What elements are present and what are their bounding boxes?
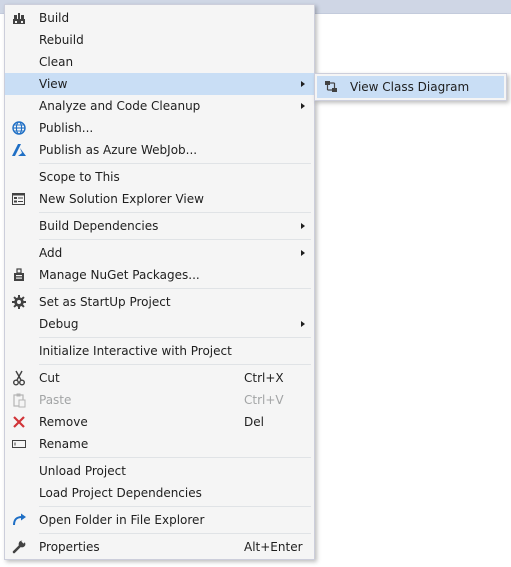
shortcut-text: Ctrl+X — [244, 371, 284, 385]
shortcut-text: Ctrl+V — [244, 393, 284, 407]
menu-item-analyze-code-cleanup[interactable]: Analyze and Code Cleanup — [5, 95, 314, 117]
menu-item-properties[interactable]: Properties Alt+Enter — [5, 536, 314, 558]
wrench-icon — [11, 539, 27, 555]
submenu-arrow-icon — [301, 81, 305, 87]
menu-separator — [39, 506, 311, 507]
menu-item-label: Remove — [39, 415, 88, 429]
menu-item-label: Manage NuGet Packages... — [39, 268, 200, 282]
context-menu: Build Rebuild Clean View Analyze and Cod… — [4, 4, 315, 560]
submenu-arrow-icon — [301, 103, 305, 109]
menu-item-unload-project[interactable]: Unload Project — [5, 460, 314, 482]
menu-separator — [39, 364, 311, 365]
menu-item-scope-to-this[interactable]: Scope to This — [5, 166, 314, 188]
menu-item-label: Debug — [39, 317, 79, 331]
menu-item-rebuild[interactable]: Rebuild — [5, 29, 314, 51]
menu-item-label: Analyze and Code Cleanup — [39, 99, 201, 113]
nuget-icon — [11, 267, 27, 283]
scissors-icon — [11, 370, 27, 386]
menu-item-initialize-interactive[interactable]: Initialize Interactive with Project — [5, 340, 314, 362]
solution-explorer-view-icon — [11, 191, 27, 207]
menu-item-label: Paste — [39, 393, 72, 407]
menu-item-label: Build Dependencies — [39, 219, 159, 233]
menu-item-clean[interactable]: Clean — [5, 51, 314, 73]
menu-item-paste[interactable]: Paste Ctrl+V — [5, 389, 314, 411]
menu-item-label: Build — [39, 11, 70, 25]
submenu-arrow-icon — [301, 250, 305, 256]
class-diagram-icon — [323, 79, 339, 95]
menu-item-set-startup-project[interactable]: Set as StartUp Project — [5, 291, 314, 313]
menu-item-publish[interactable]: Publish... — [5, 117, 314, 139]
menu-item-label: Initialize Interactive with Project — [39, 344, 232, 358]
menu-item-label: Open Folder in File Explorer — [39, 513, 205, 527]
menu-item-publish-azure-webjob[interactable]: Publish as Azure WebJob... — [5, 139, 314, 161]
menu-item-label: Load Project Dependencies — [39, 486, 202, 500]
menu-item-label: Publish... — [39, 121, 94, 135]
build-icon — [11, 10, 27, 26]
azure-icon — [11, 142, 27, 158]
menu-item-label: Set as StartUp Project — [39, 295, 171, 309]
menu-item-label: Cut — [39, 371, 60, 385]
open-folder-arrow-icon — [11, 512, 27, 528]
paste-icon — [11, 392, 27, 408]
menu-item-build-dependencies[interactable]: Build Dependencies — [5, 215, 314, 237]
view-submenu: View Class Diagram — [314, 73, 507, 101]
menu-item-manage-nuget-packages[interactable]: Manage NuGet Packages... — [5, 264, 314, 286]
menu-item-cut[interactable]: Cut Ctrl+X — [5, 367, 314, 389]
menu-separator — [39, 533, 311, 534]
menu-separator — [39, 163, 311, 164]
menu-item-open-folder-in-file-explorer[interactable]: Open Folder in File Explorer — [5, 509, 314, 531]
menu-item-label: Rebuild — [39, 33, 84, 47]
remove-x-icon — [11, 414, 27, 430]
menu-item-load-project-dependencies[interactable]: Load Project Dependencies — [5, 482, 314, 504]
menu-item-label: Rename — [39, 437, 89, 451]
menu-item-label: Properties — [39, 540, 100, 554]
menu-item-new-solution-explorer-view[interactable]: New Solution Explorer View — [5, 188, 314, 210]
rename-icon — [11, 436, 27, 452]
menu-separator — [39, 239, 311, 240]
shortcut-text: Del — [244, 415, 264, 429]
menu-item-label: Scope to This — [39, 170, 120, 184]
gear-icon — [11, 294, 27, 310]
menu-item-label: New Solution Explorer View — [39, 192, 204, 206]
menu-item-build[interactable]: Build — [5, 7, 314, 29]
submenu-item-view-class-diagram[interactable]: View Class Diagram — [317, 76, 504, 98]
globe-publish-icon — [11, 120, 27, 136]
menu-item-remove[interactable]: Remove Del — [5, 411, 314, 433]
shortcut-text: Alt+Enter — [244, 540, 303, 554]
menu-item-label: View Class Diagram — [350, 80, 470, 94]
menu-item-rename[interactable]: Rename — [5, 433, 314, 455]
menu-item-add[interactable]: Add — [5, 242, 314, 264]
menu-separator — [39, 457, 311, 458]
menu-item-view[interactable]: View — [5, 73, 314, 95]
menu-separator — [39, 288, 311, 289]
menu-separator — [39, 337, 311, 338]
menu-item-debug[interactable]: Debug — [5, 313, 314, 335]
submenu-arrow-icon — [301, 321, 305, 327]
menu-item-label: Unload Project — [39, 464, 126, 478]
submenu-arrow-icon — [301, 223, 305, 229]
menu-item-label: View — [39, 77, 68, 91]
menu-item-label: Publish as Azure WebJob... — [39, 143, 198, 157]
menu-item-label: Add — [39, 246, 63, 260]
menu-item-label: Clean — [39, 55, 74, 69]
menu-separator — [39, 212, 311, 213]
